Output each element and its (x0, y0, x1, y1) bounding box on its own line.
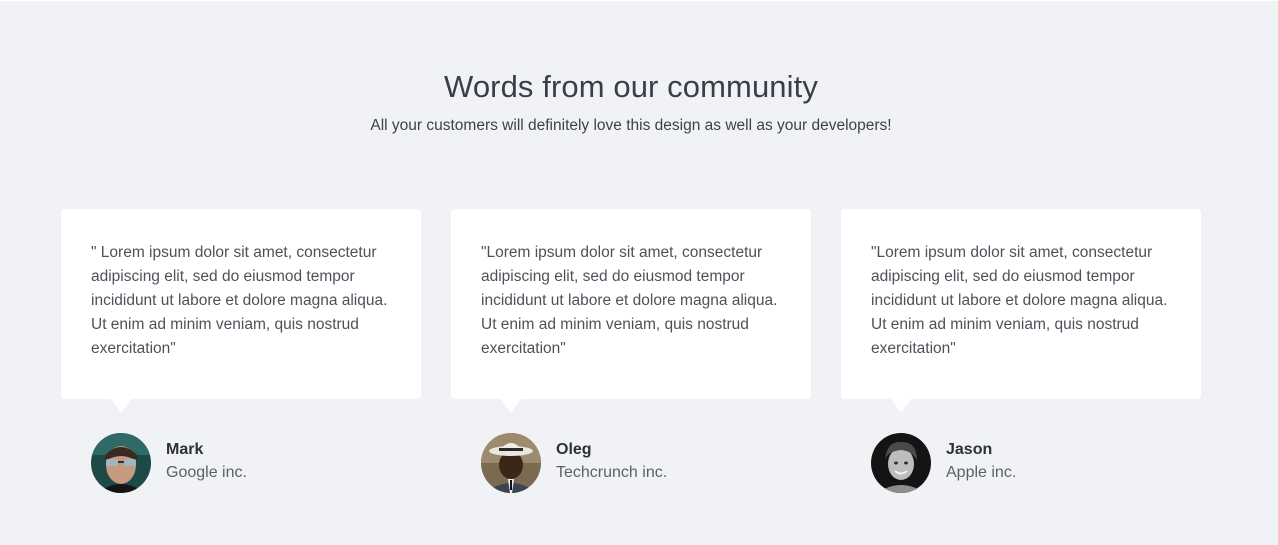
person-hat-avatar-icon (481, 433, 541, 493)
author-company: Apple inc. (946, 464, 1017, 481)
testimonial-card: " Lorem ipsum dolor sit amet, consectetu… (61, 209, 421, 413)
avatar (871, 433, 931, 493)
person-sunglasses-avatar-icon (91, 433, 151, 493)
author-name: Mark (166, 441, 204, 458)
author-company: Techcrunch inc. (556, 464, 668, 481)
author-name: Oleg (556, 441, 592, 458)
testimonial-quote: " Lorem ipsum dolor sit amet, consectetu… (91, 244, 388, 357)
section-title: Words from our community (444, 69, 818, 104)
avatar (91, 433, 151, 493)
section-subtitle: All your customers will definitely love … (370, 117, 892, 134)
author-company: Google inc. (166, 464, 247, 481)
testimonial-card: "Lorem ipsum dolor sit amet, consectetur… (841, 209, 1201, 413)
testimonial-quote: "Lorem ipsum dolor sit amet, consectetur… (481, 244, 778, 357)
testimonial-card: "Lorem ipsum dolor sit amet, consectetur… (451, 209, 811, 413)
author-name: Jason (946, 441, 993, 458)
testimonials-section: Words from our community All your custom… (0, 0, 1278, 545)
avatar (481, 433, 541, 493)
testimonial-quote: "Lorem ipsum dolor sit amet, consectetur… (871, 244, 1168, 357)
person-smiling-avatar-icon (871, 433, 931, 493)
